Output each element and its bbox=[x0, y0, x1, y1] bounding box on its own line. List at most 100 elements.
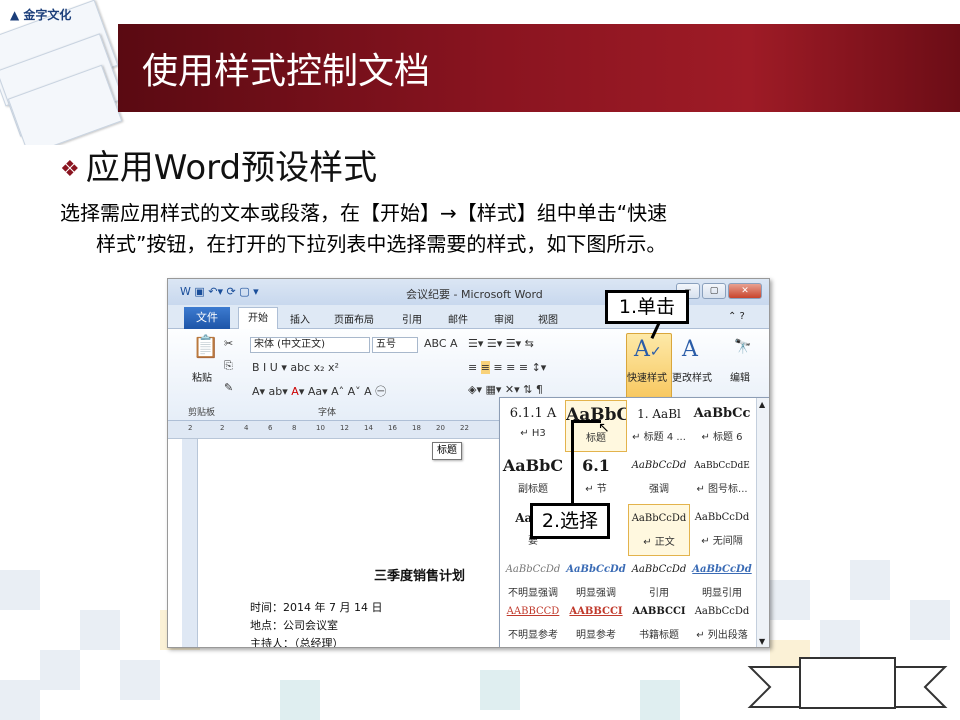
instruction-paragraph: 选择需应用样式的文本或段落，在【开始】→【样式】组中单击“快速 样式”按钮，在打… bbox=[60, 198, 940, 260]
copy-icon[interactable]: ⎘ bbox=[224, 359, 233, 373]
clear-format-icon[interactable]: ABC A bbox=[424, 337, 458, 350]
style-item-section[interactable]: 6.1 ↵ 节 bbox=[565, 452, 627, 504]
doc-line[interactable]: 主持人：（总经理） bbox=[250, 635, 344, 647]
maximize-button[interactable]: ▢ bbox=[702, 283, 726, 299]
style-item-subtitle[interactable]: AaBbC 副标题 bbox=[502, 452, 564, 504]
quick-styles-label: 快速样式 bbox=[627, 373, 667, 384]
style-preview: AABBCCI bbox=[632, 606, 686, 617]
style-preview: 6.1 bbox=[582, 456, 610, 475]
ruler-tick: 18 bbox=[412, 424, 421, 432]
scroll-up-icon[interactable]: ▲ bbox=[759, 400, 765, 409]
style-preview: AaBbCcDd bbox=[631, 564, 687, 575]
tab-file[interactable]: 文件 bbox=[184, 307, 230, 329]
font-color-buttons[interactable]: A▾ ab▾ A▾ Aa▾ A˄ A˅ A ㊀ bbox=[252, 383, 386, 399]
slide-title: 使用样式控制文档 bbox=[142, 51, 431, 92]
style-preview: AaBbCcDdE bbox=[694, 461, 750, 471]
doc-title[interactable]: 三季度销售计划 bbox=[374, 565, 465, 584]
vertical-ruler[interactable] bbox=[182, 439, 198, 647]
title-banner: 使用样式控制文档 bbox=[118, 24, 960, 112]
change-styles-icon[interactable]: A bbox=[682, 337, 698, 362]
ruler-tick: 6 bbox=[268, 424, 273, 432]
align-buttons[interactable]: ≡ ≡ ≡ ≡ ≡ ↕▾ bbox=[468, 361, 546, 374]
style-item-heading4[interactable]: 1. AaBl ↵ 标题 4 ... bbox=[628, 400, 690, 452]
ribbon-banner-decoration bbox=[747, 657, 948, 709]
doc-line[interactable]: 时间：2014 年 7 月 14 日 bbox=[250, 599, 382, 615]
ruler-tick: 8 bbox=[292, 424, 297, 432]
style-item-h3[interactable]: 6.1.1 A ↵ H3 bbox=[502, 400, 564, 452]
format-painter-icon[interactable]: ✎ bbox=[224, 381, 233, 394]
style-item-normal[interactable]: AaBbCcDd ↵ 正文 bbox=[628, 504, 690, 556]
style-name: 强调 bbox=[649, 484, 669, 495]
style-preview: 1. AaBl bbox=[637, 407, 681, 421]
section-heading: ❖ 应用Word预设样式 bbox=[60, 140, 377, 189]
style-item-emphasis[interactable]: AaBbCcDd 强调 bbox=[628, 452, 690, 504]
paragraph-line: 选择需应用样式的文本或段落，在【开始】→【样式】组中单击“快速 bbox=[60, 201, 668, 225]
style-preview: AaBbC bbox=[566, 405, 626, 425]
window-title: 会议纪要 - Microsoft Word bbox=[406, 288, 543, 301]
style-name: ↵ H3 bbox=[520, 428, 546, 439]
ruler-tick: 2 bbox=[220, 424, 225, 432]
tab-page-layout[interactable]: 页面布局 bbox=[334, 311, 374, 326]
style-preview: AaBbCcDd bbox=[694, 512, 750, 523]
doc-line[interactable]: 地点：公司会议室 bbox=[250, 617, 338, 633]
ruler-tick: 20 bbox=[436, 424, 445, 432]
tab-references[interactable]: 引用 bbox=[402, 311, 422, 326]
style-name: ↵ 无间隔 bbox=[701, 536, 743, 547]
tab-mailings[interactable]: 邮件 bbox=[448, 311, 468, 326]
change-styles-label[interactable]: 更改样式 bbox=[672, 369, 712, 384]
ruler-tick: 12 bbox=[340, 424, 349, 432]
scroll-down-icon[interactable]: ▼ bbox=[759, 637, 765, 646]
callout-step2-pointer bbox=[571, 420, 574, 504]
tab-view[interactable]: 视图 bbox=[538, 311, 558, 326]
style-preview: AaBbCc bbox=[693, 406, 751, 421]
logo-icon: ▲ bbox=[10, 8, 24, 22]
cut-icon[interactable]: ✂ bbox=[224, 337, 233, 350]
style-tooltip: 标题 bbox=[432, 442, 462, 460]
gallery-scrollbar[interactable]: ▲ ▼ bbox=[756, 398, 769, 647]
style-item-book-title[interactable]: AABBCCI 书籍标题 bbox=[628, 598, 690, 647]
tab-review[interactable]: 审阅 bbox=[494, 311, 514, 326]
group-font-label: 字体 bbox=[318, 408, 337, 418]
tab-insert[interactable]: 插入 bbox=[290, 311, 310, 326]
style-preview: AABBCCI bbox=[569, 606, 623, 617]
paste-icon[interactable]: 📋 bbox=[192, 335, 219, 360]
style-item-heading6[interactable]: AaBbCc ↵ 标题 6 bbox=[691, 400, 753, 452]
style-preview: AaBbCcDd bbox=[694, 606, 750, 617]
ruler-tick: 2 bbox=[188, 424, 193, 432]
paragraph-line: 样式”按钮，在打开的下拉列表中选择需要的样式，如下图所示。 bbox=[96, 232, 667, 256]
font-name-select[interactable]: 宋体 (中文正文) bbox=[250, 337, 370, 353]
style-item-intense-reference[interactable]: AABBCCI 明显参考 bbox=[565, 598, 627, 647]
style-item-no-spacing[interactable]: AaBbCcDd ↵ 无间隔 bbox=[691, 504, 753, 556]
logo-text: 金字文化 bbox=[23, 8, 72, 22]
list-buttons[interactable]: ☰▾ ☰▾ ☰▾ ⇆ bbox=[468, 337, 534, 350]
quick-access-toolbar[interactable]: W ▣ ↶▾ ⟳ ▢ ▾ bbox=[180, 285, 259, 298]
style-name: 不明显参考 bbox=[508, 630, 558, 641]
edit-label[interactable]: 编辑 bbox=[730, 369, 750, 384]
tab-home[interactable]: 开始 bbox=[238, 307, 278, 330]
close-button[interactable]: ✕ bbox=[728, 283, 762, 299]
help-icon[interactable]: ⌃ ? bbox=[728, 311, 745, 322]
style-name: ↵ 图号标... bbox=[696, 484, 748, 495]
style-item-title[interactable]: AaBbC 标题 bbox=[565, 400, 627, 452]
callout-step2-pointer-horizontal bbox=[571, 420, 601, 423]
style-preview: AaBbCcDd bbox=[631, 513, 687, 524]
font-format-buttons[interactable]: B I U ▾ abc x₂ x² bbox=[252, 361, 339, 374]
style-name: 明显参考 bbox=[576, 630, 616, 641]
style-name: 书籍标题 bbox=[639, 630, 679, 641]
style-preview: AaBbCcDd bbox=[631, 460, 687, 471]
ruler-tick: 16 bbox=[388, 424, 397, 432]
document-page[interactable]: 三季度销售计划 时间：2014 年 7 月 14 日 地点：公司会议室 主持人：… bbox=[198, 439, 498, 647]
font-size-select[interactable]: 五号 bbox=[372, 337, 418, 353]
style-name: ↵ 标题 6 bbox=[701, 432, 743, 443]
callout-step1: 1.单击 bbox=[605, 290, 689, 324]
shading-border-buttons[interactable]: ◈▾ ▦▾ ✕▾ ⇅ ¶ bbox=[468, 383, 543, 396]
style-item-figure-caption[interactable]: AaBbCcDdE ↵ 图号标... bbox=[691, 452, 753, 504]
style-name: 标题 bbox=[586, 433, 606, 444]
binoculars-icon[interactable]: 🔭 bbox=[734, 339, 751, 355]
paste-label[interactable]: 粘贴 bbox=[192, 369, 212, 384]
group-clipboard-label: 剪贴板 bbox=[188, 408, 216, 418]
style-item-list-paragraph[interactable]: AaBbCcDd ↵ 列出段落 bbox=[691, 598, 753, 647]
style-item-subtle-reference[interactable]: AABBCCD 不明显参考 bbox=[502, 598, 564, 647]
callout-step2: 2.选择 bbox=[530, 503, 610, 539]
style-name: 引用 bbox=[649, 588, 669, 599]
